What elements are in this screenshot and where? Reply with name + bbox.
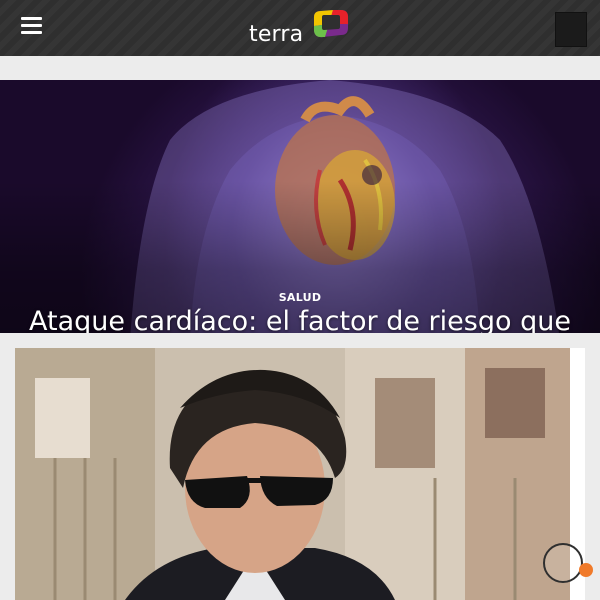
hamburger-menu-icon[interactable] xyxy=(21,17,42,35)
news-card[interactable] xyxy=(15,348,585,600)
man-in-sunglasses-photo[interactable] xyxy=(15,348,570,600)
hero-headline[interactable]: Ataque cardíaco: el factor de riesgo que… xyxy=(10,307,590,334)
top-bar: terra xyxy=(0,0,600,56)
logo-text: terra xyxy=(249,22,304,47)
circle-launcher-icon[interactable] xyxy=(543,543,583,583)
terra-logo-mark-icon xyxy=(314,10,348,38)
account-box-icon[interactable] xyxy=(555,12,587,47)
terra-logo[interactable]: terra xyxy=(249,8,353,47)
hero-category-tag[interactable]: SALUD xyxy=(0,291,600,304)
notification-dot xyxy=(579,563,593,577)
hero-story[interactable]: SALUD Ataque cardíaco: el factor de ries… xyxy=(0,80,600,333)
photo-illustration xyxy=(15,348,570,600)
